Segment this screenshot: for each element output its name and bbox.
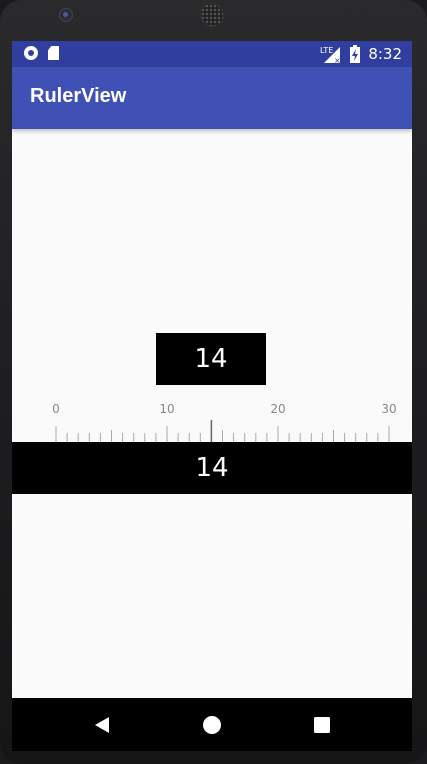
home-icon[interactable] (200, 713, 224, 737)
sensor-dot (349, 11, 355, 17)
screen: LTE × 8:32 RulerView 14 0 10 20 30 14 (12, 41, 412, 698)
sensor-dot (364, 12, 368, 16)
ruler-tick-label: 10 (159, 402, 174, 416)
battery-charging-icon (350, 45, 361, 63)
ruler-tick-label: 30 (381, 402, 396, 416)
signal-icon: LTE × (320, 46, 341, 63)
camera-icon (59, 8, 73, 22)
selected-value: 14 (194, 344, 228, 374)
ruler-tick-label: 0 (52, 402, 60, 416)
svg-text:×: × (334, 56, 341, 63)
app-bar: RulerView (12, 67, 412, 129)
notification-circle-icon (24, 46, 38, 60)
selected-value-bar: 14 (12, 442, 412, 494)
sd-card-icon (48, 46, 59, 60)
navigation-bar (12, 698, 412, 751)
app-title: RulerView (30, 85, 127, 107)
status-time: 8:32 (368, 45, 402, 63)
status-bar: LTE × 8:32 (12, 41, 412, 67)
speaker-grille (200, 3, 224, 27)
ruler-tick-label: 20 (270, 402, 285, 416)
ruler-view[interactable]: 0 10 20 30 (12, 396, 412, 442)
recents-icon[interactable] (310, 713, 334, 737)
back-icon[interactable] (90, 713, 114, 737)
selected-value-box: 14 (156, 333, 266, 385)
selected-value-bar-label: 14 (195, 453, 229, 483)
network-label: LTE (320, 46, 333, 55)
